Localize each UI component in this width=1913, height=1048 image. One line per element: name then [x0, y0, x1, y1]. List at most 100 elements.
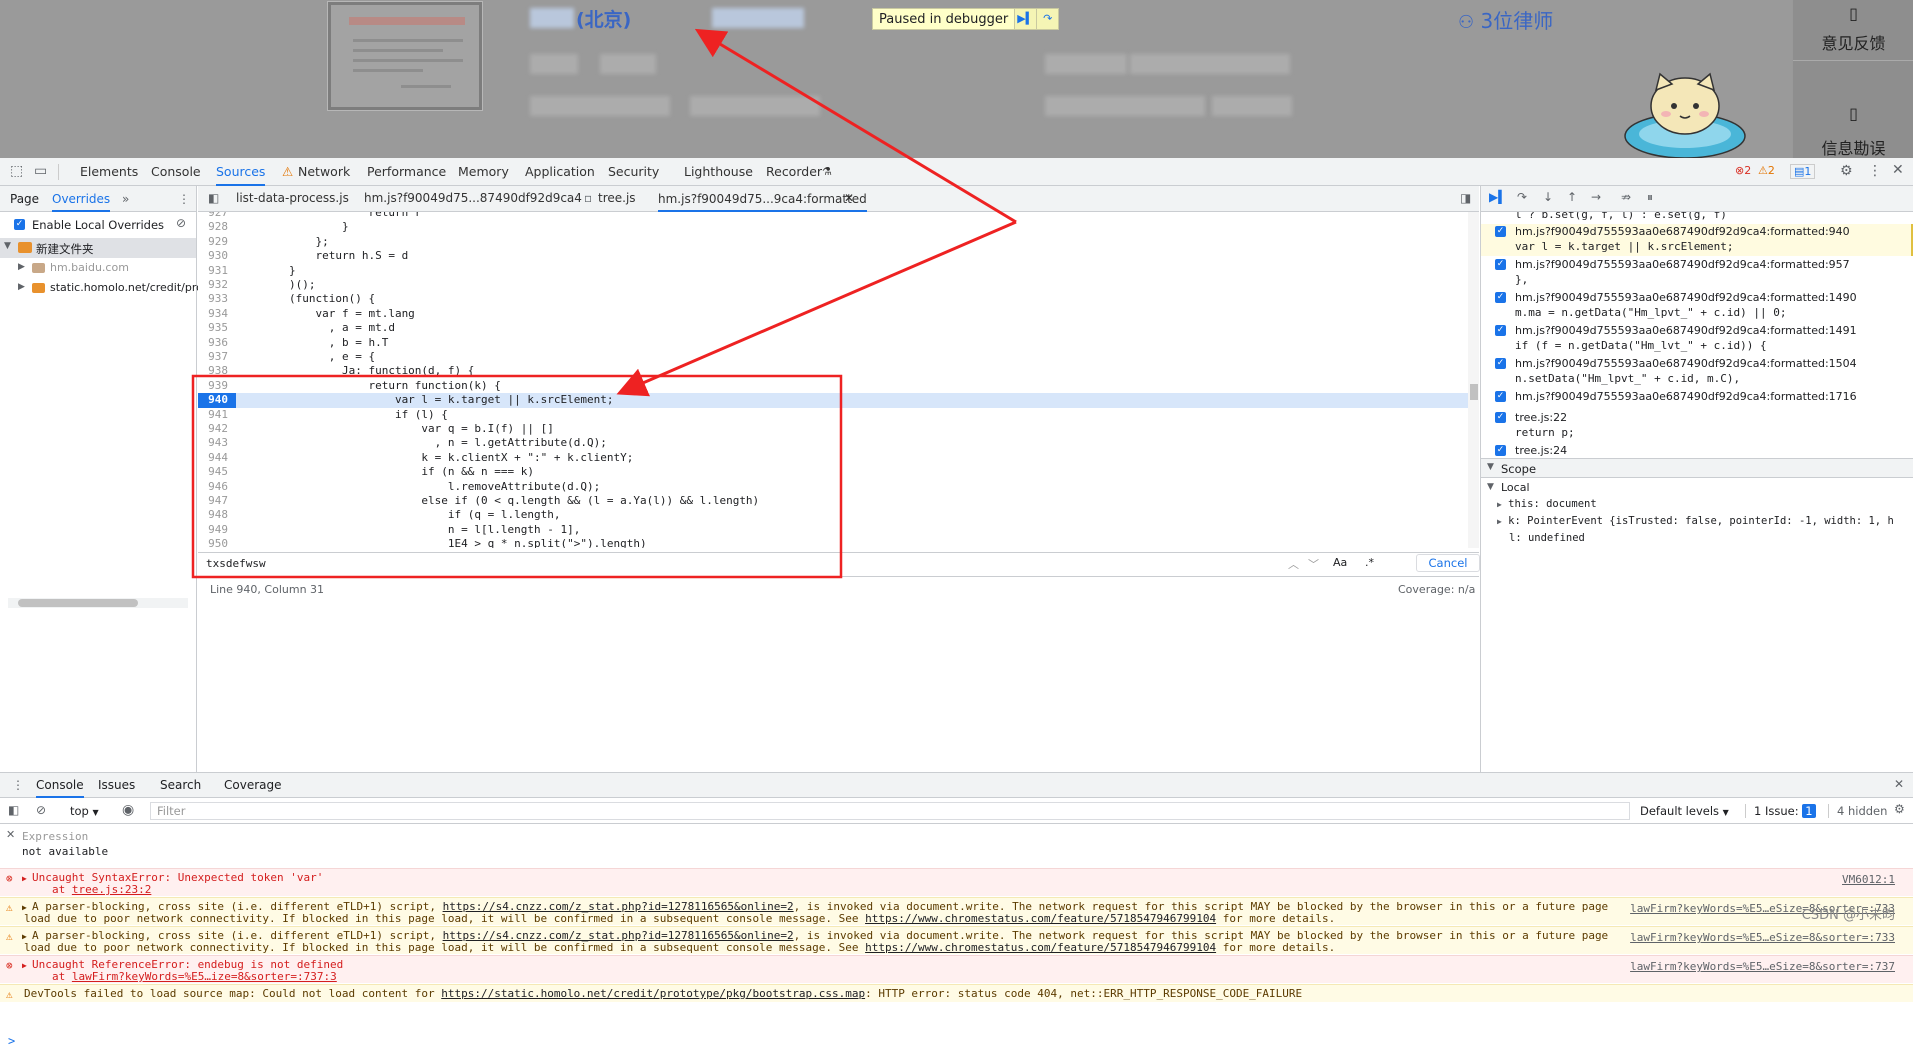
- breakpoint-checkbox[interactable]: ✓: [1495, 292, 1506, 303]
- code-line[interactable]: 947 else if (0 < q.length && (l = a.Ya(l…: [198, 494, 1468, 508]
- deactivate-breakpoints-icon[interactable]: ⇏: [1621, 190, 1631, 204]
- enable-overrides-checkbox[interactable]: ✓: [14, 219, 25, 230]
- line-number[interactable]: 946: [198, 480, 236, 494]
- lawyers-count[interactable]: ⚇ 3位律师: [1458, 5, 1553, 34]
- code-line[interactable]: 927 return r: [198, 212, 1468, 220]
- line-number[interactable]: 944: [198, 451, 236, 465]
- tree-item[interactable]: ▶ static.homolo.net/credit/pro: [0, 278, 196, 298]
- message-link[interactable]: https://www.chromestatus.com/feature/571…: [865, 912, 1216, 925]
- code-line[interactable]: 945 if (n && n === k): [198, 465, 1468, 479]
- more-tabs-icon[interactable]: »: [122, 192, 129, 206]
- code-line[interactable]: 946 l.removeAttribute(d.Q);: [198, 480, 1468, 494]
- tab-security[interactable]: Security: [608, 158, 659, 186]
- code-line[interactable]: 930 return h.S = d: [198, 249, 1468, 263]
- line-number[interactable]: 942: [198, 422, 236, 436]
- code-line-paused[interactable]: 940 var l = k.target || k.srcElement;: [198, 393, 1468, 407]
- line-number[interactable]: 930: [198, 249, 236, 263]
- prev-result-icon[interactable]: ︿: [1288, 556, 1299, 572]
- breakpoint-checkbox[interactable]: ✓: [1495, 445, 1506, 456]
- tree-folder-root[interactable]: ▼ 新建文件夹: [0, 238, 196, 258]
- message-link[interactable]: https://www.chromestatus.com/feature/571…: [865, 941, 1216, 954]
- drawer-tab-issues[interactable]: Issues: [98, 778, 135, 792]
- console-error-message[interactable]: ⊗▶Uncaught SyntaxError: Unexpected token…: [0, 868, 1913, 896]
- pause-on-exceptions-icon[interactable]: ⏸: [1647, 190, 1653, 205]
- line-number[interactable]: 940: [198, 393, 236, 407]
- breakpoint-item[interactable]: ✓hm.js?f90049d755593aa0e687490df92d9ca4:…: [1481, 224, 1913, 256]
- toggle-debugger-icon[interactable]: ◨: [1460, 191, 1471, 205]
- context-selector[interactable]: top ▼: [70, 804, 99, 818]
- tab-performance[interactable]: Performance: [367, 158, 446, 186]
- editor-tab-hm-js[interactable]: hm.js?f90049d75...87490df92d9ca4: [364, 191, 582, 205]
- line-number[interactable]: 941: [198, 408, 236, 422]
- message-link[interactable]: https://static.homolo.net/credit/prototy…: [441, 987, 865, 1000]
- console-settings-gear-icon[interactable]: ⚙: [1894, 802, 1905, 816]
- line-number[interactable]: 935: [198, 321, 236, 335]
- feedback-label[interactable]: 意见反馈: [1793, 30, 1913, 54]
- message-source-link[interactable]: lawFirm?keyWords=%E5…eSize=8&sorter=:733: [1630, 931, 1895, 945]
- error-badge[interactable]: ⊗2: [1735, 164, 1751, 177]
- code-line[interactable]: 943 , n = l.getAttribute(d.Q);: [198, 436, 1468, 450]
- code-line[interactable]: 938 Ja: function(d, f) {: [198, 364, 1468, 378]
- drawer-tab-console[interactable]: Console: [36, 778, 84, 798]
- default-levels-dropdown[interactable]: Default levels ▼: [1640, 804, 1729, 818]
- device-toolbar-icon[interactable]: ▭: [34, 163, 47, 179]
- clear-overrides-icon[interactable]: ⊘: [176, 216, 186, 230]
- close-tab-icon[interactable]: ✕: [844, 191, 854, 205]
- console-warning-message[interactable]: ⚠DevTools failed to load source map: Cou…: [0, 984, 1913, 1002]
- tree-item[interactable]: ▶ hm.baidu.com: [0, 258, 196, 278]
- breakpoint-checkbox[interactable]: ✓: [1495, 412, 1506, 423]
- editor-tab-list-data-process[interactable]: list-data-process.js: [236, 191, 349, 205]
- tab-lighthouse[interactable]: Lighthouse: [684, 158, 753, 186]
- scope-local-row[interactable]: ▼ Local: [1481, 480, 1913, 496]
- breakpoint-item[interactable]: ✓tree.js:22return p;: [1481, 410, 1913, 442]
- line-number[interactable]: 932: [198, 278, 236, 292]
- next-result-icon[interactable]: ﹀: [1308, 556, 1319, 572]
- report-label[interactable]: 信息勘误: [1793, 135, 1913, 158]
- tab-recorder[interactable]: Recorder: [766, 158, 822, 186]
- breakpoint-item[interactable]: ✓hm.js?f90049d755593aa0e687490df92d9ca4:…: [1481, 323, 1913, 355]
- line-number[interactable]: 933: [198, 292, 236, 306]
- match-case-button[interactable]: Aa: [1333, 556, 1347, 569]
- step-icon[interactable]: →: [1591, 190, 1601, 204]
- resume-icon[interactable]: ▶▍: [1014, 9, 1036, 29]
- breakpoint-checkbox[interactable]: ✓: [1495, 226, 1506, 237]
- editor-scrollbar[interactable]: [1468, 212, 1479, 548]
- settings-gear-icon[interactable]: ⚙: [1840, 163, 1853, 179]
- line-number[interactable]: 929: [198, 235, 236, 249]
- inspect-element-icon[interactable]: ⬚: [10, 163, 23, 179]
- tab-application[interactable]: Application: [525, 158, 595, 186]
- issues-button[interactable]: 1 Issue: 1: [1745, 804, 1816, 818]
- code-line[interactable]: 942 var q = b.I(f) || []: [198, 422, 1468, 436]
- close-drawer-icon[interactable]: ✕: [1894, 777, 1904, 791]
- code-editor[interactable]: 927 return r928 }929 };930 return h.S = …: [198, 212, 1468, 548]
- code-line[interactable]: 931 }: [198, 264, 1468, 278]
- line-number[interactable]: 937: [198, 350, 236, 364]
- code-line[interactable]: 941 if (l) {: [198, 408, 1468, 422]
- code-line[interactable]: 934 var f = mt.lang: [198, 307, 1468, 321]
- breakpoint-checkbox[interactable]: ✓: [1495, 259, 1506, 270]
- stack-link[interactable]: lawFirm?keyWords=%E5…ize=8&sorter=:737:3: [72, 970, 337, 983]
- message-source-link[interactable]: VM6012:1: [1842, 873, 1895, 887]
- code-line[interactable]: 929 };: [198, 235, 1468, 249]
- nav-tab-overrides[interactable]: Overrides: [52, 192, 110, 212]
- line-number[interactable]: 934: [198, 307, 236, 321]
- editor-tab-hm-js-formatted[interactable]: hm.js?f90049d75...9ca4:formatted: [658, 186, 867, 212]
- line-number[interactable]: 927: [198, 212, 236, 220]
- nav-more-options-icon[interactable]: ⋮: [178, 192, 190, 206]
- cancel-button[interactable]: Cancel: [1416, 554, 1480, 572]
- line-number[interactable]: 945: [198, 465, 236, 479]
- code-line[interactable]: 933 (function() {: [198, 292, 1468, 306]
- console-prompt[interactable]: >: [8, 1034, 15, 1048]
- console-filter-input[interactable]: Filter: [150, 802, 1630, 820]
- code-line[interactable]: 937 , e = {: [198, 350, 1468, 364]
- drawer-tab-search[interactable]: Search: [160, 778, 201, 792]
- code-line[interactable]: 950 1E4 > q * n.split(">").length): [198, 537, 1468, 548]
- navigator-scrollbar[interactable]: [8, 598, 188, 608]
- message-source-link[interactable]: lawFirm?keyWords=%E5…eSize=8&sorter=:737: [1630, 960, 1895, 974]
- line-number[interactable]: 943: [198, 436, 236, 450]
- code-line[interactable]: 944 k = k.clientX + ":" + k.clientY;: [198, 451, 1468, 465]
- code-line[interactable]: 949 n = l[l.length - 1],: [198, 523, 1468, 537]
- resume-icon[interactable]: ▶▍: [1489, 190, 1507, 204]
- tab-console[interactable]: Console: [151, 158, 201, 186]
- line-number[interactable]: 938: [198, 364, 236, 378]
